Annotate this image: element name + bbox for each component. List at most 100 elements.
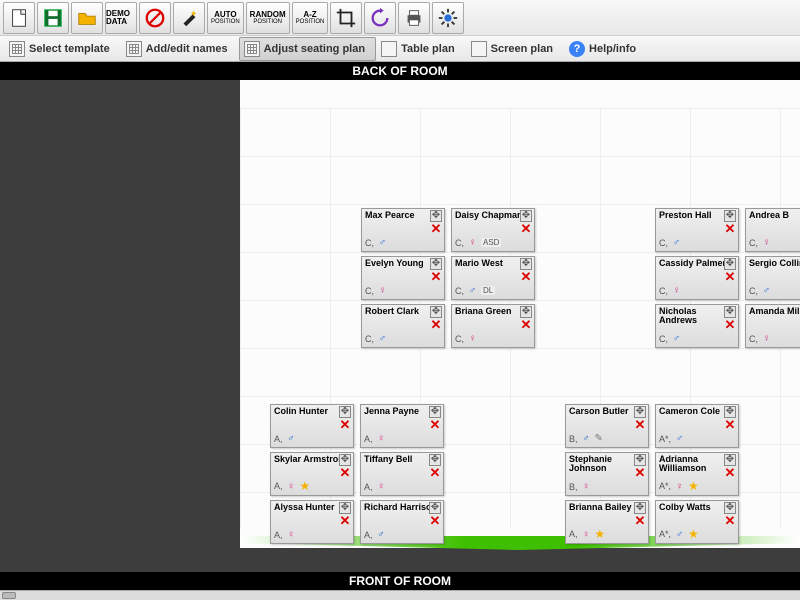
seat-card[interactable]: Cassidy PalmerC,♀✕ bbox=[655, 256, 739, 300]
seat-card[interactable]: Jenna PayneA,♀✕ bbox=[360, 404, 444, 448]
remove-student-button[interactable]: ✕ bbox=[430, 514, 441, 527]
horizontal-scrollbar[interactable] bbox=[0, 590, 800, 600]
crop-button[interactable] bbox=[330, 2, 362, 34]
demo-data-button[interactable]: DEMO DATA bbox=[105, 2, 137, 34]
move-handle-icon[interactable] bbox=[430, 306, 442, 318]
remove-student-button[interactable]: ✕ bbox=[725, 514, 736, 527]
new-file-button[interactable] bbox=[3, 2, 35, 34]
print-button[interactable] bbox=[398, 2, 430, 34]
back-of-room-label: BACK OF ROOM bbox=[0, 62, 800, 80]
female-icon: ♀ bbox=[466, 332, 479, 345]
rotate-button[interactable] bbox=[364, 2, 396, 34]
remove-student-button[interactable]: ✕ bbox=[430, 466, 441, 479]
table-plan-icon bbox=[381, 41, 397, 57]
move-handle-icon[interactable] bbox=[724, 454, 736, 466]
seat-card[interactable]: Stephanie JohnsonB,♀✕ bbox=[565, 452, 649, 496]
move-handle-icon[interactable] bbox=[339, 502, 351, 514]
seat-card[interactable]: Amanda MillerC,♀✕ bbox=[745, 304, 800, 348]
auto-position-button[interactable]: AUTOPOSITION bbox=[207, 2, 244, 34]
random-position-button[interactable]: RANDOMPOSITION bbox=[246, 2, 290, 34]
remove-student-button[interactable]: ✕ bbox=[521, 222, 532, 235]
move-handle-icon[interactable] bbox=[429, 454, 441, 466]
remove-student-button[interactable]: ✕ bbox=[635, 418, 646, 431]
seat-card[interactable]: Adrianna WilliamsonA*,♀★✕ bbox=[655, 452, 739, 496]
move-handle-icon[interactable] bbox=[724, 406, 736, 418]
magic-arrange-button[interactable] bbox=[173, 2, 205, 34]
az-position-button[interactable]: A-ZPOSITION bbox=[292, 2, 329, 34]
seat-card[interactable]: Mario WestC,♂DL✕ bbox=[451, 256, 535, 300]
move-handle-icon[interactable] bbox=[634, 406, 646, 418]
move-handle-icon[interactable] bbox=[634, 502, 646, 514]
move-handle-icon[interactable] bbox=[634, 454, 646, 466]
move-handle-icon[interactable] bbox=[429, 502, 441, 514]
help-icon: ? bbox=[569, 41, 585, 57]
seat-card[interactable]: Colin HunterA,♂✕ bbox=[270, 404, 354, 448]
remove-student-button[interactable]: ✕ bbox=[521, 318, 532, 331]
seat-card[interactable]: Richard HarrisonA,♂✕ bbox=[360, 500, 444, 544]
remove-student-button[interactable]: ✕ bbox=[725, 270, 736, 283]
move-handle-icon[interactable] bbox=[429, 406, 441, 418]
move-handle-icon[interactable] bbox=[724, 210, 736, 222]
remove-student-button[interactable]: ✕ bbox=[635, 514, 646, 527]
seat-card[interactable]: Alyssa HunterA,♀✕ bbox=[270, 500, 354, 544]
open-button[interactable] bbox=[71, 2, 103, 34]
tab-help[interactable]: ?Help/info bbox=[564, 37, 647, 61]
clear-button[interactable] bbox=[139, 2, 171, 34]
move-handle-icon[interactable] bbox=[520, 258, 532, 270]
front-of-room-label: FRONT OF ROOM bbox=[0, 572, 800, 590]
remove-student-button[interactable]: ✕ bbox=[725, 222, 736, 235]
move-handle-icon[interactable] bbox=[724, 258, 736, 270]
remove-student-button[interactable]: ✕ bbox=[635, 466, 646, 479]
student-meta: A*,♀★ bbox=[659, 479, 699, 493]
move-handle-icon[interactable] bbox=[430, 258, 442, 270]
scroll-thumb[interactable] bbox=[2, 592, 16, 599]
seat-card[interactable]: Brianna BaileyA,♀★✕ bbox=[565, 500, 649, 544]
move-handle-icon[interactable] bbox=[339, 454, 351, 466]
tab-screen-plan[interactable]: Screen plan bbox=[466, 37, 564, 61]
remove-student-button[interactable]: ✕ bbox=[340, 466, 351, 479]
remove-student-button[interactable]: ✕ bbox=[431, 270, 442, 283]
seat-card[interactable]: Cameron ColeA*,♂✕ bbox=[655, 404, 739, 448]
seat-card[interactable]: Sergio CollinsC,♂✕ bbox=[745, 256, 800, 300]
remove-student-button[interactable]: ✕ bbox=[340, 418, 351, 431]
screen-plan-icon bbox=[471, 41, 487, 57]
remove-student-button[interactable]: ✕ bbox=[430, 418, 441, 431]
seat-card[interactable]: Max PearceC,♂✕ bbox=[361, 208, 445, 252]
save-button[interactable] bbox=[37, 2, 69, 34]
seat-card[interactable]: Daisy ChapmanC,♀ASD✕ bbox=[451, 208, 535, 252]
female-icon: ♀ bbox=[673, 480, 686, 493]
female-icon: ♀ bbox=[285, 528, 298, 541]
seat-card[interactable]: Skylar ArmstrongA,♀★✕ bbox=[270, 452, 354, 496]
remove-student-button[interactable]: ✕ bbox=[725, 318, 736, 331]
seat-card[interactable]: Briana GreenC,♀✕ bbox=[451, 304, 535, 348]
tab-adjust-seating[interactable]: Adjust seating plan bbox=[239, 37, 376, 61]
tab-table-plan[interactable]: Table plan bbox=[376, 37, 466, 61]
seat-card[interactable]: Tiffany BellA,♀✕ bbox=[360, 452, 444, 496]
move-handle-icon[interactable] bbox=[339, 406, 351, 418]
remove-student-button[interactable]: ✕ bbox=[431, 222, 442, 235]
move-handle-icon[interactable] bbox=[724, 502, 736, 514]
remove-student-button[interactable]: ✕ bbox=[725, 466, 736, 479]
settings-button[interactable] bbox=[432, 2, 464, 34]
move-handle-icon[interactable] bbox=[520, 210, 532, 222]
remove-student-button[interactable]: ✕ bbox=[340, 514, 351, 527]
female-icon: ♀ bbox=[466, 236, 479, 249]
seat-card[interactable]: Carson ButlerB,♂✎✕ bbox=[565, 404, 649, 448]
seat-card[interactable]: Nicholas AndrewsC,♂✕ bbox=[655, 304, 739, 348]
remove-student-button[interactable]: ✕ bbox=[431, 318, 442, 331]
student-meta: A,♂ bbox=[274, 432, 298, 445]
seat-card[interactable]: Robert ClarkC,♂✕ bbox=[361, 304, 445, 348]
female-icon: ♀ bbox=[375, 480, 388, 493]
seat-card[interactable]: Colby WattsA*,♂★✕ bbox=[655, 500, 739, 544]
move-handle-icon[interactable] bbox=[520, 306, 532, 318]
star-icon: ★ bbox=[300, 479, 311, 493]
remove-student-button[interactable]: ✕ bbox=[725, 418, 736, 431]
move-handle-icon[interactable] bbox=[430, 210, 442, 222]
seat-card[interactable]: Andrea BC,♀✕ bbox=[745, 208, 800, 252]
move-handle-icon[interactable] bbox=[724, 306, 736, 318]
remove-student-button[interactable]: ✕ bbox=[521, 270, 532, 283]
tab-select-template[interactable]: Select template bbox=[4, 37, 121, 61]
seat-card[interactable]: Evelyn YoungC,♀✕ bbox=[361, 256, 445, 300]
tab-add-names[interactable]: Add/edit names bbox=[121, 37, 239, 61]
seat-card[interactable]: Preston HallC,♂✕ bbox=[655, 208, 739, 252]
